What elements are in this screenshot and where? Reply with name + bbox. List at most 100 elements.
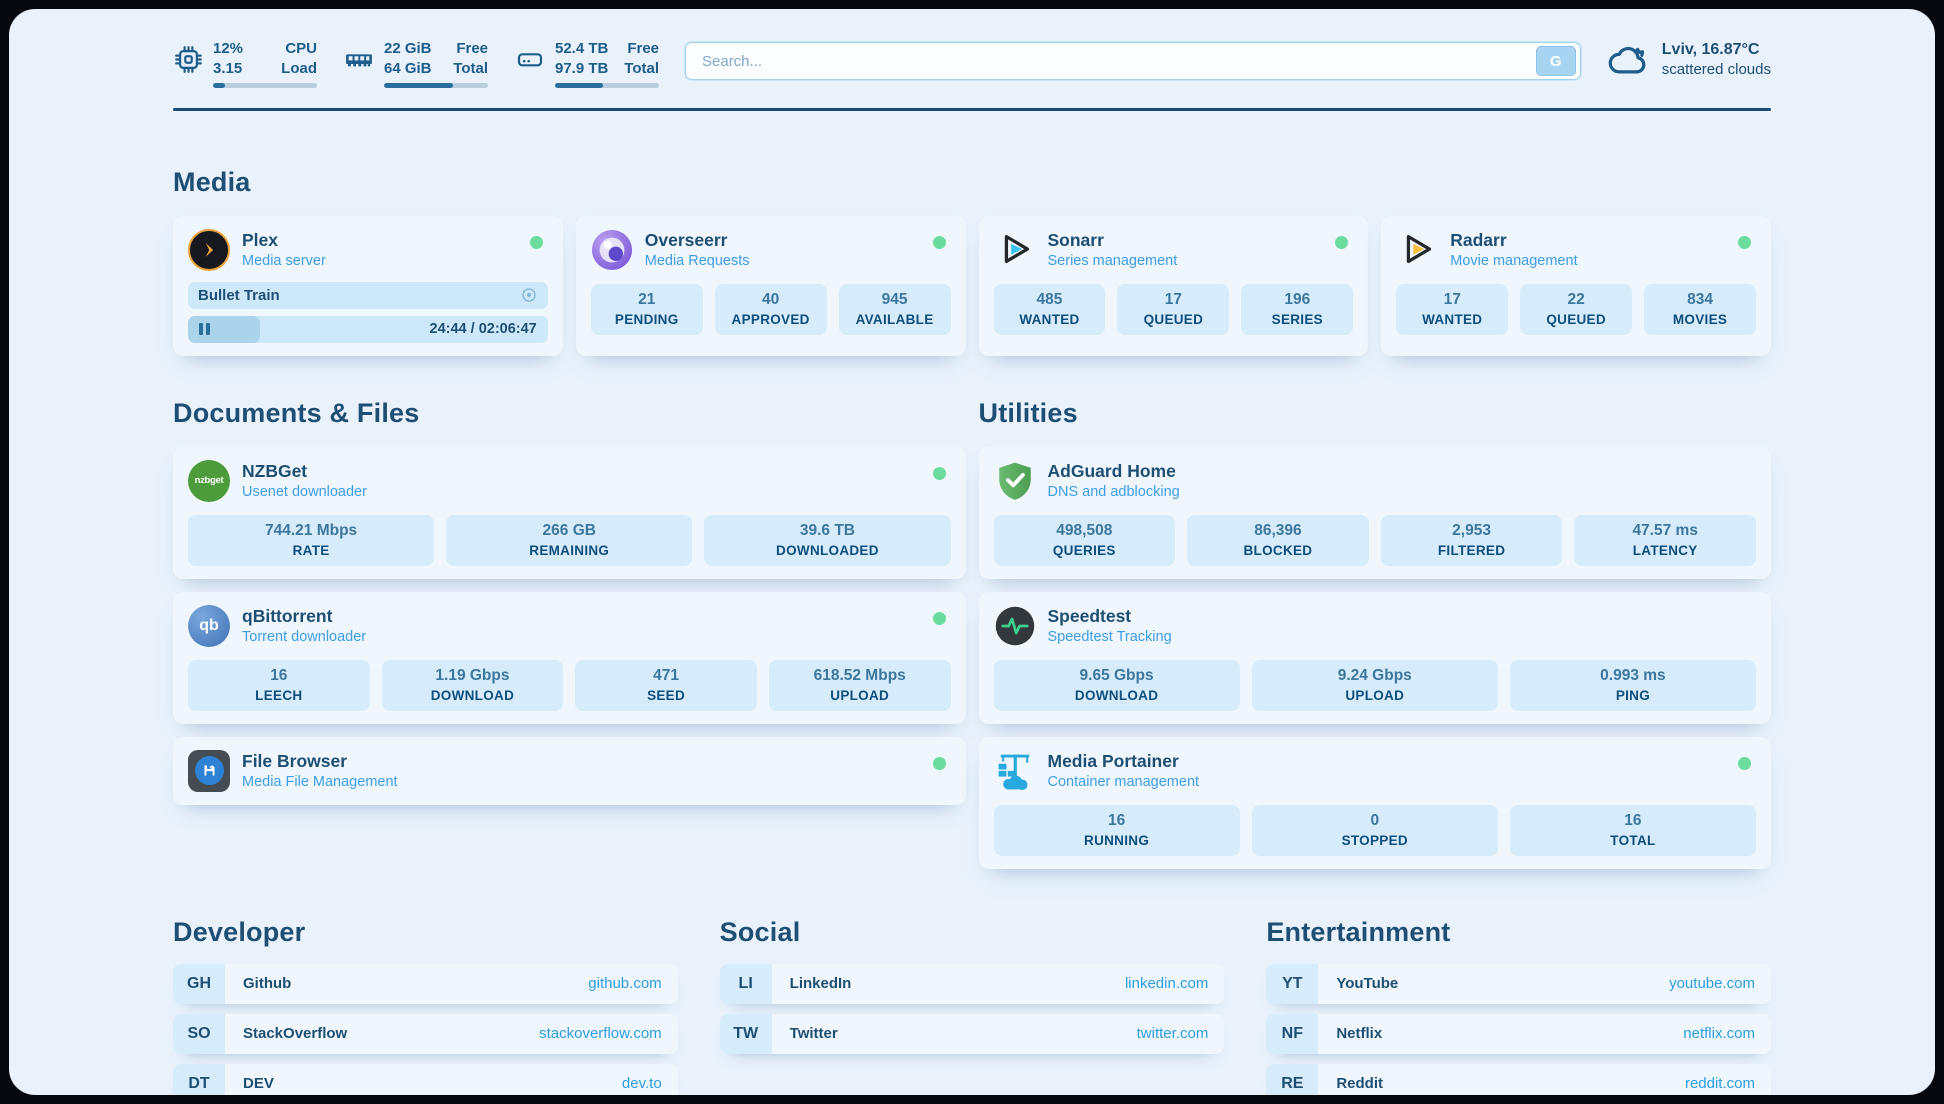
cloud-icon — [1607, 43, 1651, 77]
app-subtitle: Series management — [1048, 253, 1178, 269]
app-link-sonarr[interactable]: Sonarr Series management — [994, 229, 1354, 271]
section-title-developer: Developer — [173, 917, 678, 948]
stat-queued: 17 QUEUED — [1117, 284, 1229, 335]
link-label: Github — [243, 975, 291, 992]
nzbget-icon: nzbget — [188, 460, 230, 502]
stat-value: 485 — [1000, 291, 1100, 309]
stat-value: 0 — [1258, 812, 1492, 830]
link-linkedin[interactable]: LI LinkedIn linkedin.com — [720, 964, 1225, 1004]
link-github[interactable]: GH Github github.com — [173, 964, 678, 1004]
app-name: Media Portainer — [1048, 751, 1200, 771]
stat-downloaded: 39.6 TB DOWNLOADED — [704, 515, 950, 566]
search-input[interactable] — [700, 52, 1536, 71]
stat-rate: 744.21 Mbps RATE — [188, 515, 434, 566]
stat-approved: 40 APPROVED — [715, 284, 827, 335]
app-name: Radarr — [1450, 230, 1577, 250]
entertainment-links: YT YouTube youtube.com NF Netflix netfli… — [1266, 964, 1771, 1095]
link-abbr: SO — [173, 1014, 225, 1054]
stat-latency: 47.57 ms LATENCY — [1574, 515, 1756, 566]
disk-progress-fill — [555, 83, 603, 88]
app-link-filebrowser[interactable]: File Browser Media File Management — [188, 750, 951, 792]
ram-label-bottom: Total — [453, 59, 488, 79]
stat-running: 16 RUNNING — [994, 805, 1240, 856]
filebrowser-icon — [188, 750, 230, 792]
stat-download: 1.19 Gbps DOWNLOAD — [382, 660, 564, 711]
status-dot — [933, 757, 946, 770]
target-icon[interactable] — [520, 286, 538, 304]
stat-value: 618.52 Mbps — [775, 667, 945, 685]
app-name: AdGuard Home — [1048, 461, 1180, 481]
link-abbr: RE — [1266, 1064, 1318, 1095]
stat-value: 266 GB — [452, 522, 686, 540]
card-nzbget: nzbget NZBGet Usenet downloader 744.21 M… — [173, 447, 966, 579]
stat-value: 16 — [1000, 812, 1234, 830]
link-reddit[interactable]: RE Reddit reddit.com — [1266, 1064, 1771, 1095]
overseerr-stats: 21 PENDING 40 APPROVED 945 AVAILABLE — [591, 284, 951, 335]
cpu-progress-fill — [213, 83, 225, 88]
stat-value: 1.19 Gbps — [388, 667, 558, 685]
stat-label: AVAILABLE — [845, 312, 945, 327]
app-link-radarr[interactable]: Radarr Movie management — [1396, 229, 1756, 271]
app-link-nzbget[interactable]: nzbget NZBGet Usenet downloader — [188, 460, 951, 502]
cpu-readout: 12%CPU 3.15Load — [213, 39, 317, 88]
stat-value: 744.21 Mbps — [194, 522, 428, 540]
ram-progress-track — [384, 83, 488, 88]
stat-wanted: 485 WANTED — [994, 284, 1106, 335]
playback-progress-bar[interactable]: 24:44 / 02:06:47 — [188, 316, 548, 343]
links-grid: Developer GH Github github.com SO StackO… — [173, 917, 1771, 1095]
documents-column: Documents & Files nzbget NZBGet Usenet d… — [173, 398, 966, 805]
stat-value: 21 — [597, 291, 697, 309]
stat-label: TOTAL — [1516, 833, 1750, 848]
stat-label: STOPPED — [1258, 833, 1492, 848]
pause-icon[interactable] — [199, 323, 210, 335]
app-link-adguard[interactable]: AdGuard Home DNS and adblocking — [994, 460, 1757, 502]
portainer-stats: 16 RUNNING 0 STOPPED 16 TOTAL — [994, 805, 1757, 856]
link-dev[interactable]: DT DEV dev.to — [173, 1064, 678, 1095]
app-link-plex[interactable]: Plex Media server — [188, 229, 548, 271]
app-subtitle: Media File Management — [242, 774, 398, 790]
app-link-qbittorrent[interactable]: qb qBittorrent Torrent downloader — [188, 605, 951, 647]
link-label: Reddit — [1336, 1075, 1383, 1092]
stat-wanted: 17 WANTED — [1396, 284, 1508, 335]
radarr-stats: 17 WANTED 22 QUEUED 834 MOVIES — [1396, 284, 1756, 335]
stat-value: 47.57 ms — [1580, 522, 1750, 540]
stat-label: UPLOAD — [1258, 688, 1492, 703]
stat-label: PENDING — [597, 312, 697, 327]
overseerr-icon — [591, 229, 633, 271]
stat-label: QUEUED — [1123, 312, 1223, 327]
disk-progress-track — [555, 83, 659, 88]
search-engine-button[interactable]: G — [1536, 46, 1576, 76]
app-subtitle: Media server — [242, 253, 326, 269]
app-link-overseerr[interactable]: Overseerr Media Requests — [591, 229, 951, 271]
disk-total: 97.9 TB — [555, 59, 608, 79]
card-portainer: Media Portainer Container management 16 … — [979, 737, 1772, 869]
portainer-icon — [994, 750, 1036, 792]
now-playing-title: Bullet Train — [198, 287, 280, 304]
disk-metric: 52.4 TBFree 97.9 TBTotal — [514, 39, 659, 88]
status-dot — [530, 236, 543, 249]
app-link-speedtest[interactable]: Speedtest Speedtest Tracking — [994, 605, 1757, 647]
link-url: youtube.com — [1669, 975, 1755, 992]
plex-titles: Plex Media server — [242, 230, 326, 269]
cpu-load: 3.15 — [213, 59, 242, 79]
app-link-portainer[interactable]: Media Portainer Container management — [994, 750, 1757, 792]
link-twitter[interactable]: TW Twitter twitter.com — [720, 1014, 1225, 1054]
link-stackoverflow[interactable]: SO StackOverflow stackoverflow.com — [173, 1014, 678, 1054]
card-speedtest: Speedtest Speedtest Tracking 9.65 Gbps D… — [979, 592, 1772, 724]
sonarr-stats: 485 WANTED 17 QUEUED 196 SERIES — [994, 284, 1354, 335]
adguard-titles: AdGuard Home DNS and adblocking — [1048, 461, 1180, 500]
app-name: Overseerr — [645, 230, 750, 250]
speedtest-titles: Speedtest Speedtest Tracking — [1048, 606, 1172, 645]
stat-value: 39.6 TB — [710, 522, 944, 540]
stat-queries: 498,508 QUERIES — [994, 515, 1176, 566]
stat-queued: 22 QUEUED — [1520, 284, 1632, 335]
ram-metric: 22 GiBFree 64 GiBTotal — [343, 39, 488, 88]
stat-value: 196 — [1247, 291, 1347, 309]
link-netflix[interactable]: NF Netflix netflix.com — [1266, 1014, 1771, 1054]
link-youtube[interactable]: YT YouTube youtube.com — [1266, 964, 1771, 1004]
utilities-column: Utilities — [979, 398, 1772, 869]
status-dot — [1738, 236, 1751, 249]
stat-label: QUEUED — [1526, 312, 1626, 327]
status-dot — [933, 612, 946, 625]
stat-label: PING — [1516, 688, 1750, 703]
